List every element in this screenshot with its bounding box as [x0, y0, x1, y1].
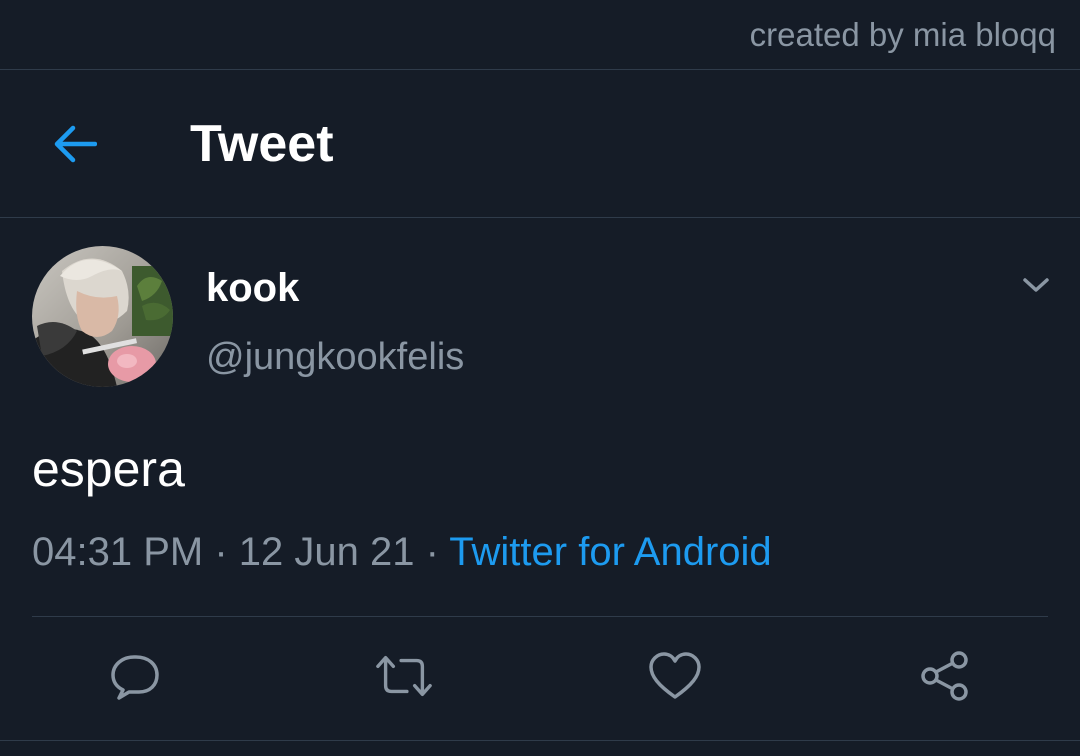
arrow-left-icon [54, 125, 97, 163]
profile-photo [32, 246, 173, 387]
tweet-time: 04:31 PM [32, 530, 204, 574]
watermark-text: created by mia bloqq [749, 16, 1056, 53]
tweet-source-link[interactable]: Twitter for Android [449, 530, 771, 574]
share-icon [921, 651, 968, 701]
header-bar: Tweet [0, 70, 1080, 217]
author-display-name[interactable]: kook [206, 266, 299, 311]
tweet-date: 12 Jun 21 [238, 530, 415, 574]
author-handle[interactable]: @jungkookfelis [206, 336, 464, 379]
tweet-text: espera [32, 441, 185, 497]
tweet-meta: 04:31 PM · 12 Jun 21 · Twitter for Andro… [32, 530, 772, 575]
meta-separator: · [203, 530, 239, 574]
chevron-down-icon [1023, 278, 1049, 292]
action-bar [0, 646, 1080, 710]
retweet-button[interactable] [374, 646, 434, 706]
share-button[interactable] [915, 646, 975, 706]
header-divider [0, 217, 1080, 218]
retweet-icon [376, 655, 432, 697]
meta-separator: · [414, 530, 450, 574]
like-icon [649, 652, 701, 699]
actions-divider [32, 616, 1048, 617]
page-title: Tweet [190, 115, 334, 173]
more-options-button[interactable] [1014, 268, 1058, 302]
bottom-divider [0, 740, 1080, 741]
reply-button[interactable] [105, 646, 165, 706]
reply-icon [111, 655, 159, 700]
like-button[interactable] [645, 646, 705, 706]
avatar[interactable] [32, 246, 173, 387]
back-button[interactable] [46, 118, 102, 170]
